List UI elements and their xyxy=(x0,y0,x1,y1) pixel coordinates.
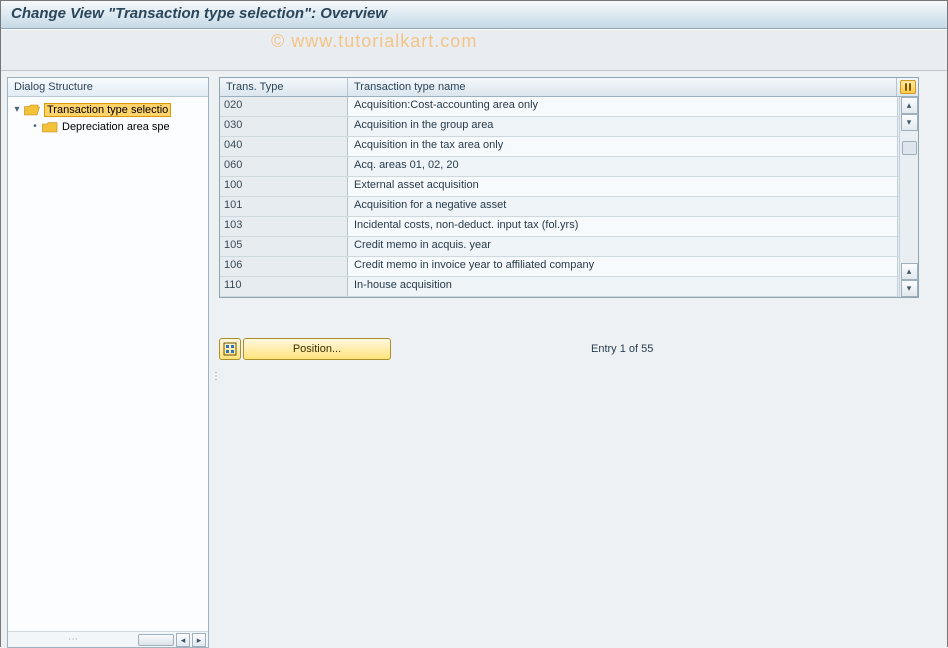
dialog-structure-header: Dialog Structure xyxy=(8,78,208,97)
collapse-icon[interactable]: ▾ xyxy=(12,104,22,115)
cell-trans-type[interactable]: 100 xyxy=(220,177,348,196)
tree-node-transaction-type-selection[interactable]: ▾ Transaction type selectio xyxy=(8,101,208,118)
scroll-down-button[interactable]: ▾ xyxy=(901,280,918,297)
cell-trans-type[interactable]: 060 xyxy=(220,157,348,176)
scroll-up-button[interactable]: ▴ xyxy=(901,97,918,114)
toolbar xyxy=(1,29,947,71)
folder-open-icon xyxy=(24,104,40,116)
content-area: Dialog Structure ▾ Transaction type sele… xyxy=(1,71,947,648)
scroll-left-button[interactable]: ◂ xyxy=(176,633,190,647)
titlebar: Change View "Transaction type selection"… xyxy=(1,1,947,29)
entry-counter: Entry 1 of 55 xyxy=(591,343,653,355)
footer-bar: Position... Entry 1 of 55 xyxy=(219,338,919,360)
table-row[interactable]: 110In-house acquisition xyxy=(220,277,918,297)
cell-trans-name[interactable]: Acquisition in the group area xyxy=(348,117,897,136)
table-container: Trans. Type Transaction type name 020Acq… xyxy=(219,77,919,298)
grip-icon: ⋯ xyxy=(68,634,78,645)
scroll-thumb[interactable] xyxy=(902,141,917,155)
cell-trans-name[interactable]: Acquisition:Cost-accounting area only xyxy=(348,97,897,116)
table-row[interactable]: 040Acquisition in the tax area only xyxy=(220,137,918,157)
table-config-button[interactable] xyxy=(897,78,918,96)
tree-node-label: Depreciation area spe xyxy=(62,121,170,133)
table-row[interactable]: 103Incidental costs, non-deduct. input t… xyxy=(220,217,918,237)
cell-trans-type[interactable]: 106 xyxy=(220,257,348,276)
scroll-down-step-button[interactable]: ▾ xyxy=(901,114,918,131)
bullet-icon: • xyxy=(30,121,40,132)
vertical-scrollbar[interactable]: ▴ ▾ ▴ ▾ xyxy=(899,97,918,297)
page-title: Change View "Transaction type selection"… xyxy=(11,5,937,22)
column-header-trans-name[interactable]: Transaction type name xyxy=(348,78,897,96)
cell-trans-name[interactable]: Credit memo in acquis. year xyxy=(348,237,897,256)
cell-trans-type[interactable]: 103 xyxy=(220,217,348,236)
main-panel: Trans. Type Transaction type name 020Acq… xyxy=(209,71,948,648)
table-row[interactable]: 100External asset acquisition xyxy=(220,177,918,197)
cell-trans-name[interactable]: Incidental costs, non-deduct. input tax … xyxy=(348,217,897,236)
cell-trans-name[interactable]: Credit memo in invoice year to affiliate… xyxy=(348,257,897,276)
table-row[interactable]: 020Acquisition:Cost-accounting area only xyxy=(220,97,918,117)
cell-trans-type[interactable]: 101 xyxy=(220,197,348,216)
table-row[interactable]: 030Acquisition in the group area xyxy=(220,117,918,137)
grid-header: Trans. Type Transaction type name xyxy=(220,78,918,97)
table-row[interactable]: 106Credit memo in invoice year to affili… xyxy=(220,257,918,277)
column-header-trans-type[interactable]: Trans. Type xyxy=(220,78,348,96)
cell-trans-type[interactable]: 105 xyxy=(220,237,348,256)
scroll-thumb[interactable] xyxy=(138,634,174,646)
tree-node-label: Transaction type selectio xyxy=(44,103,171,117)
position-button[interactable]: Position... xyxy=(243,338,391,360)
scroll-right-button[interactable]: ▸ xyxy=(192,633,206,647)
cell-trans-type[interactable]: 030 xyxy=(220,117,348,136)
tree-node-depreciation-area[interactable]: • Depreciation area spe xyxy=(8,118,208,135)
tree[interactable]: ▾ Transaction type selectio • Depreciati… xyxy=(8,97,208,631)
table-row[interactable]: 105Credit memo in acquis. year xyxy=(220,237,918,257)
table-config-icon xyxy=(900,80,916,94)
sidebar-horizontal-scrollbar[interactable]: ⋯ ◂ ▸ xyxy=(8,631,208,647)
table-row[interactable]: 101Acquisition for a negative asset xyxy=(220,197,918,217)
cell-trans-name[interactable]: Acquisition for a negative asset xyxy=(348,197,897,216)
cell-trans-type[interactable]: 040 xyxy=(220,137,348,156)
cell-trans-name[interactable]: External asset acquisition xyxy=(348,177,897,196)
table-row[interactable]: 060Acq. areas 01, 02, 20 xyxy=(220,157,918,177)
cell-trans-name[interactable]: Acq. areas 01, 02, 20 xyxy=(348,157,897,176)
dialog-structure-panel: Dialog Structure ▾ Transaction type sele… xyxy=(7,77,209,648)
cell-trans-name[interactable]: Acquisition in the tax area only xyxy=(348,137,897,156)
position-icon xyxy=(223,342,237,356)
folder-icon xyxy=(42,121,58,133)
grid: Trans. Type Transaction type name 020Acq… xyxy=(219,77,919,298)
scroll-up-step-button[interactable]: ▴ xyxy=(901,263,918,280)
cell-trans-type[interactable]: 020 xyxy=(220,97,348,116)
grid-body: 020Acquisition:Cost-accounting area only… xyxy=(220,97,918,297)
cell-trans-type[interactable]: 110 xyxy=(220,277,348,296)
cell-trans-name[interactable]: In-house acquisition xyxy=(348,277,897,296)
position-icon-button[interactable] xyxy=(219,338,241,360)
